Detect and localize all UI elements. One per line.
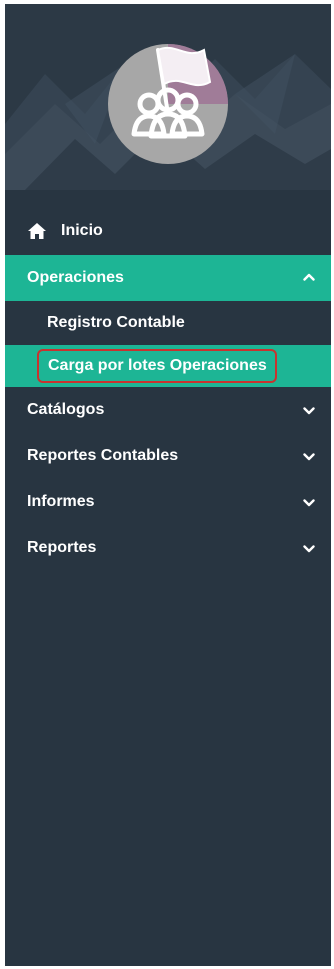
sidebar-item-inicio[interactable]: Inicio	[5, 207, 331, 255]
submenu-item-label: Carga por lotes Operaciones	[37, 349, 277, 383]
submenu-item-carga-por-lotes[interactable]: Carga por lotes Operaciones	[5, 345, 331, 387]
sidebar-item-label: Reportes	[27, 539, 97, 556]
chevron-down-icon	[303, 407, 315, 415]
sidebar-header	[5, 4, 331, 190]
submenu-item-label: Registro Contable	[47, 314, 185, 331]
chevron-up-icon	[303, 273, 315, 281]
chevron-down-icon	[303, 453, 315, 461]
sidebar-item-label: Inicio	[61, 222, 103, 239]
sidebar-item-label: Reportes Contables	[27, 447, 179, 464]
sidebar-item-label: Catálogos	[27, 401, 105, 418]
chevron-down-icon	[303, 499, 315, 507]
sidebar-item-catalogos[interactable]: Catálogos	[5, 387, 331, 433]
home-icon	[28, 223, 46, 239]
submenu-item-registro-contable[interactable]: Registro Contable	[5, 301, 331, 345]
sidebar-item-reportes-contables[interactable]: Reportes Contables	[5, 433, 331, 479]
sidebar-item-label: Operaciones	[27, 269, 124, 286]
sidebar-menu: Inicio Operaciones Registro Contable Car…	[5, 207, 331, 571]
sidebar-item-reportes[interactable]: Reportes	[5, 525, 331, 571]
chevron-down-icon	[303, 545, 315, 553]
sidebar-item-operaciones[interactable]: Operaciones	[5, 255, 331, 301]
sidebar-item-informes[interactable]: Informes	[5, 479, 331, 525]
sidebar-item-label: Informes	[27, 493, 95, 510]
group-flag-icon	[108, 44, 228, 164]
sidebar: Inicio Operaciones Registro Contable Car…	[5, 4, 331, 966]
avatar	[106, 42, 230, 166]
